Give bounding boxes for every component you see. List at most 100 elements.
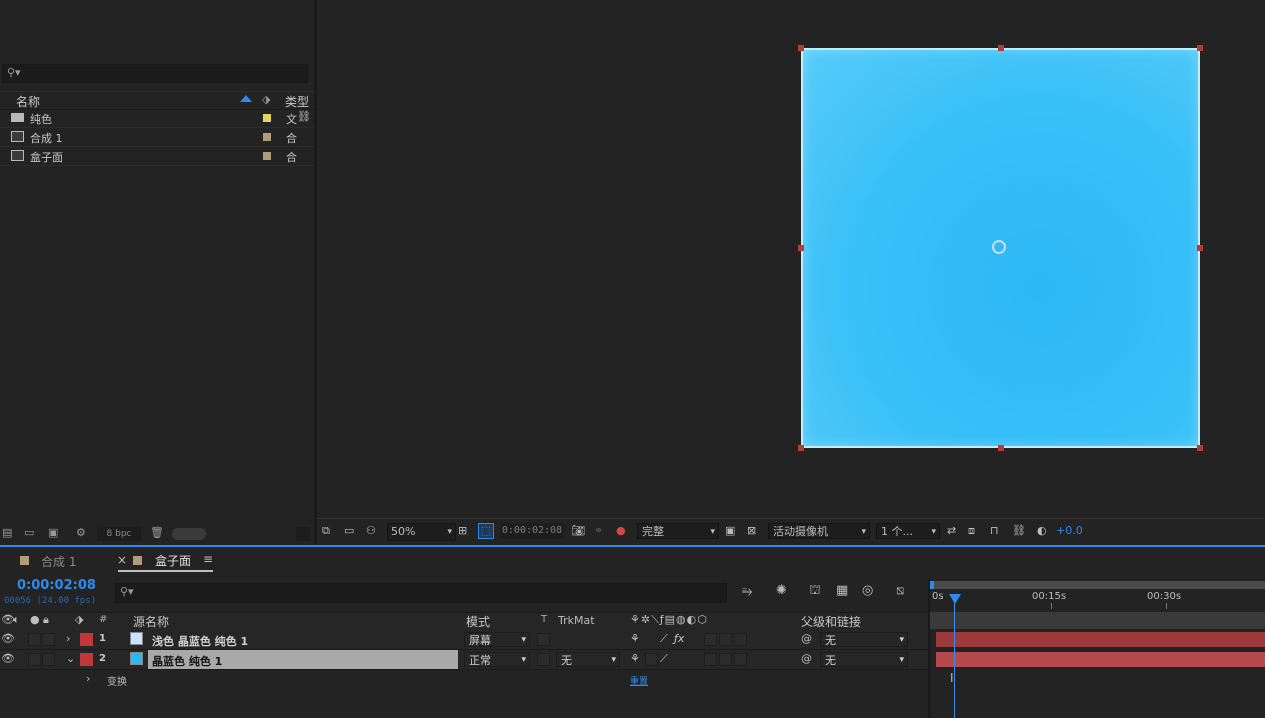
new-folder-icon[interactable]: ▭ — [24, 526, 34, 539]
work-area-start-handle[interactable] — [930, 581, 934, 589]
transform-property-group[interactable]: › 变换 重置 — [0, 670, 928, 689]
audio-icon[interactable]: 🔈︎ — [13, 613, 20, 627]
bit-depth-button[interactable]: 8 bpc — [97, 527, 141, 541]
panel-resize-handle[interactable] — [296, 527, 310, 541]
eye-icon[interactable]: 👁︎ — [1, 632, 15, 645]
motion-blur-icon[interactable]: ◎ — [862, 583, 873, 598]
bounding-handle[interactable] — [1197, 445, 1203, 451]
layer-row-selected[interactable]: 👁︎ ⌄ 2 晶蓝色 纯色 1 正常 ▾ 无 ▾ ⚘ ⟋ @ 无 ▾ — [0, 650, 928, 670]
audio-toggle[interactable] — [28, 633, 41, 646]
parent-dropdown[interactable]: 无 ▾ — [820, 652, 908, 667]
blend-mode-dropdown[interactable]: 正常 ▾ — [464, 652, 530, 667]
motion-blur-toggle[interactable] — [719, 633, 732, 646]
bounding-handle[interactable] — [798, 45, 804, 51]
quality-switch-icon[interactable]: ⟋ — [660, 632, 668, 646]
zoom-dropdown[interactable]: 50% ▾ — [387, 523, 456, 541]
project-item-comp-1[interactable]: 合成 1 合 — [0, 128, 314, 147]
sort-ascending-icon[interactable] — [240, 95, 252, 102]
quality-switch-icon[interactable]: ⟋ — [660, 652, 668, 666]
panel-menu-icon[interactable]: ≡ — [203, 552, 213, 566]
timeline-icon[interactable]: ⧈ — [968, 521, 975, 541]
column-mode[interactable]: 模式 — [466, 613, 490, 630]
label-color-swatch[interactable] — [263, 152, 271, 160]
expand-chevron-icon[interactable]: › — [66, 632, 70, 645]
bounding-handle[interactable] — [798, 245, 804, 251]
column-source-name[interactable]: 源名称 — [133, 613, 169, 630]
bounding-handle[interactable] — [998, 445, 1004, 451]
timeline-search-input[interactable]: ⚲▾ — [115, 583, 727, 603]
mask-visibility-icon[interactable]: ⚇ — [366, 521, 376, 541]
fast-previews-icon[interactable]: ▣ — [725, 521, 735, 541]
shy-switch-icon[interactable]: ⚘ — [630, 652, 640, 665]
column-parent[interactable]: 父级和链接 — [801, 613, 861, 630]
new-composition-icon[interactable]: ▣ — [48, 526, 58, 539]
bounding-handle[interactable] — [1197, 245, 1203, 251]
camera-dropdown[interactable]: 活动摄像机 ▾ — [768, 523, 870, 539]
playhead-handle[interactable] — [949, 594, 961, 604]
layer-label-color[interactable] — [80, 653, 93, 666]
exposure-reset-icon[interactable]: ◐ — [1037, 521, 1047, 541]
label-tag-icon[interactable]: ⬗ — [262, 93, 270, 106]
audio-toggle[interactable] — [28, 653, 41, 666]
close-icon[interactable]: × — [117, 553, 127, 567]
motion-blur-toggle[interactable] — [719, 653, 732, 666]
solo-toggle[interactable] — [42, 633, 55, 646]
shy-switch-icon[interactable]: ⚘ — [630, 632, 640, 645]
transform-label[interactable]: 变换 — [107, 673, 127, 688]
exposure-value[interactable]: +0.0 — [1056, 521, 1083, 541]
composition-mini-flowchart-icon[interactable]: ⥱ — [742, 584, 752, 599]
project-settings-icon[interactable]: ⚙ — [76, 526, 86, 539]
solo-toggle[interactable] — [42, 653, 55, 666]
always-preview-icon[interactable]: ⧉ — [322, 521, 330, 541]
eye-icon[interactable]: 👁︎ — [1, 652, 15, 665]
layer-name[interactable]: 浅色 晶蓝色 纯色 1 — [152, 633, 248, 649]
bounding-handle[interactable] — [1197, 45, 1203, 51]
column-name-label[interactable]: 名称 — [16, 93, 40, 110]
reset-link[interactable]: 重置 — [630, 674, 648, 687]
column-trkmat[interactable]: TrkMat — [558, 614, 595, 627]
show-snapshot-icon[interactable]: ⚭ — [594, 521, 603, 541]
track-matte-dropdown[interactable]: 无 ▾ — [556, 652, 620, 667]
work-area-bar[interactable] — [930, 581, 1265, 589]
current-time-code[interactable]: 0:00:02:08 — [17, 578, 96, 593]
thumbnail-slider[interactable] — [172, 528, 206, 540]
current-time-display[interactable]: 0:00:02:08 — [500, 523, 564, 539]
project-item-solids-folder[interactable]: 纯色 文 ⛓ — [0, 109, 314, 128]
draft-3d-icon[interactable]: ✺ — [776, 583, 787, 598]
label-color-swatch[interactable] — [263, 114, 271, 122]
frame-blend-toggle[interactable] — [704, 653, 717, 666]
view-layout-dropdown[interactable]: 1 个... ▾ — [876, 523, 940, 539]
parent-dropdown[interactable]: 无 ▾ — [820, 632, 908, 647]
flowchart-icon[interactable]: ⛓ — [297, 110, 311, 123]
fx-switch-icon[interactable]: ƒx — [674, 632, 684, 645]
channel-rgb-icon[interactable]: ● — [616, 521, 626, 541]
layer-name[interactable]: 晶蓝色 纯色 1 — [152, 653, 222, 669]
region-of-interest-icon[interactable]: ⬚ — [478, 523, 494, 539]
column-type-label[interactable]: 类型 — [285, 93, 309, 110]
collapse-chevron-icon[interactable]: ⌄ — [66, 652, 75, 665]
collapse-toggle[interactable] — [645, 653, 658, 666]
playhead-line[interactable] — [954, 596, 955, 718]
expand-chevron-icon[interactable]: › — [86, 672, 90, 685]
comp-flowchart-icon[interactable]: ⊓ — [990, 521, 999, 541]
layer-2-duration-bar[interactable] — [936, 652, 1265, 667]
layer-row[interactable]: 👁︎ › 1 浅色 晶蓝色 纯色 1 屏幕 ▾ ⚘ ⟋ ƒx @ 无 ▾ — [0, 630, 928, 650]
label-tag-icon[interactable]: ⬗ — [75, 613, 83, 626]
interpret-footage-icon[interactable]: ▤ — [2, 526, 12, 539]
anchor-point-icon[interactable] — [992, 240, 1006, 254]
bounding-handle[interactable] — [798, 445, 804, 451]
toggle-pixel-aspect-icon[interactable]: ⇄ — [947, 521, 956, 541]
monitor-icon[interactable]: ▭ — [344, 521, 354, 541]
flowchart-icon[interactable]: ⛓ — [1012, 521, 1026, 541]
layer-1-duration-bar[interactable] — [936, 632, 1265, 647]
tab-box-face[interactable]: 盒子面 — [155, 552, 191, 569]
label-color-swatch[interactable] — [263, 133, 271, 141]
frame-blending-icon[interactable]: ▦ — [836, 583, 848, 598]
shy-layers-icon[interactable]: ⛫ — [809, 583, 821, 600]
time-ruler[interactable]: 0s 00:15s 00:30s — [930, 580, 1265, 612]
preserve-transparency-toggle[interactable] — [537, 653, 550, 666]
solo-icon[interactable]: ● — [30, 613, 40, 626]
frame-blend-toggle[interactable] — [704, 633, 717, 646]
project-search-input[interactable]: ⚲▾ — [2, 64, 308, 83]
graph-editor-icon[interactable]: ⧅ — [896, 583, 904, 598]
